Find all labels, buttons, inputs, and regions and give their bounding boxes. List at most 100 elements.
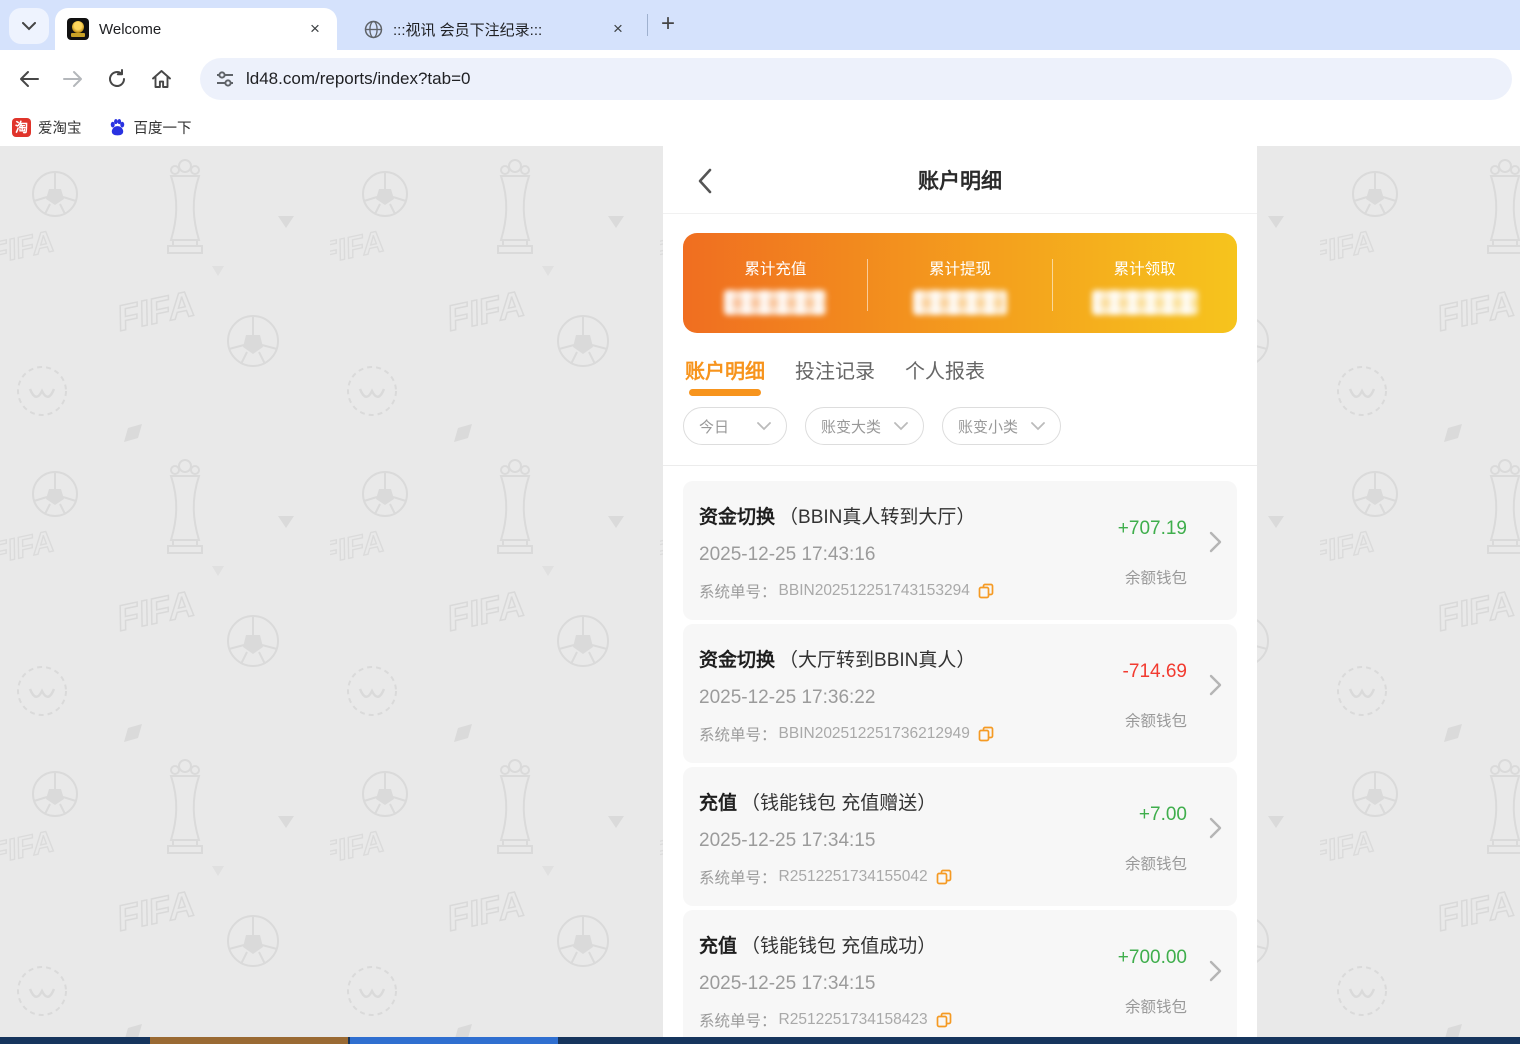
tab-welcome[interactable]: Welcome × — [55, 8, 337, 50]
transaction-list: 资金切换 （BBIN真人转到大厅） 2025-12-25 17:43:16 系统单… — [663, 466, 1257, 1037]
total-withdraw: 累计提现 — [868, 233, 1053, 333]
reload-icon — [109, 69, 125, 87]
filter-major-category-dropdown[interactable]: 账变大类 — [805, 407, 924, 445]
transaction-row[interactable]: 充值 （钱能钱包 充值成功） 2025-12-25 17:34:15 系统单号： R… — [683, 910, 1237, 1037]
txn-amount: -714.69 — [1122, 661, 1187, 682]
filter-label: 今日 — [699, 418, 730, 436]
new-tab-button[interactable]: + — [653, 10, 683, 40]
page-content: FIFA FIFA — [0, 146, 1520, 1037]
txn-subtitle: （BBIN真人转到大厅） — [779, 507, 976, 528]
browser-window: Welcome × :::视讯 会员下注纪录::: × + ld48.com/r… — [0, 0, 1520, 1044]
tab-label: 个人报表 — [905, 360, 985, 383]
order-label: 系统单号： — [699, 1013, 777, 1030]
total-claimed: 累计领取 — [1052, 233, 1237, 333]
back-button[interactable] — [12, 62, 46, 96]
tab-label: 投注记录 — [795, 360, 875, 383]
order-label: 系统单号： — [699, 584, 777, 601]
bookmark-label: 百度一下 — [133, 120, 192, 137]
txn-datetime: 2025-12-25 17:34:15 — [699, 830, 876, 851]
forward-button[interactable] — [56, 62, 90, 96]
url-text[interactable]: ld48.com/reports/index?tab=0 — [246, 69, 470, 89]
order-number: R2512251734155042 — [778, 868, 928, 885]
browser-toolbar: ld48.com/reports/index?tab=0 — [0, 50, 1520, 108]
close-tab-icon[interactable]: × — [608, 19, 628, 39]
txn-subtitle: （钱能钱包 充值赠送） — [741, 793, 937, 814]
back-chevron-button[interactable] — [697, 168, 712, 199]
tab-bet-records[interactable]: 投注记录 — [795, 339, 875, 399]
url-bar[interactable]: ld48.com/reports/index?tab=0 — [200, 58, 1512, 100]
txn-amount: +707.19 — [1117, 518, 1187, 539]
order-label: 系统单号： — [699, 727, 777, 744]
transaction-row[interactable]: 充值 （钱能钱包 充值赠送） 2025-12-25 17:34:15 系统单号： R… — [683, 767, 1237, 906]
txn-subtitle: （大厅转到BBIN真人） — [779, 650, 976, 671]
tab-personal-report[interactable]: 个人报表 — [905, 339, 985, 399]
txn-type: 充值 — [699, 793, 738, 814]
totals-card: 累计充值 累计提现 累计领取 — [683, 233, 1237, 333]
copy-icon[interactable] — [978, 726, 994, 742]
baidu-paw-icon — [110, 118, 124, 135]
chevron-right-icon[interactable] — [1209, 531, 1222, 553]
copy-icon[interactable] — [936, 869, 952, 885]
chevron-down-icon — [1031, 421, 1045, 430]
filter-date-dropdown[interactable]: 今日 — [683, 407, 787, 445]
txn-subtitle: （钱能钱包 充值成功） — [741, 936, 937, 957]
tab-search-button[interactable] — [9, 8, 49, 44]
total-claimed-value-blurred — [1091, 290, 1198, 315]
site-settings-icon — [217, 71, 233, 87]
tab-separator — [647, 14, 648, 36]
txn-type: 资金切换 — [699, 650, 776, 671]
wallet-label: 余额钱包 — [1124, 570, 1187, 587]
total-deposit-value-blurred — [724, 290, 827, 315]
close-tab-icon[interactable]: × — [305, 19, 325, 39]
wallet-label: 余额钱包 — [1124, 856, 1187, 873]
forward-arrow-icon — [63, 71, 82, 87]
active-tab-underline — [689, 389, 761, 396]
chevron-down-icon — [22, 21, 36, 30]
filter-minor-category-dropdown[interactable]: 账变小类 — [942, 407, 1061, 445]
total-deposit: 累计充值 — [683, 233, 868, 333]
copy-icon[interactable] — [978, 583, 994, 599]
txn-datetime: 2025-12-25 17:34:15 — [699, 973, 876, 994]
order-number: R2512251734158423 — [778, 1011, 928, 1028]
chevron-left-icon — [698, 168, 712, 194]
taobao-icon: 淘 — [12, 117, 31, 137]
tab-title: :::视讯 会员下注纪录::: — [393, 21, 543, 39]
taskbar-segment — [350, 1037, 558, 1044]
home-icon — [151, 70, 171, 88]
order-label: 系统单号： — [699, 870, 777, 887]
reload-button[interactable] — [100, 62, 134, 96]
bookmarks-bar: 淘 爱淘宝 百度一下 — [0, 108, 1520, 146]
panel-header: 账户明细 — [663, 146, 1257, 214]
report-tabs: 账户明细 投注记录 个人报表 — [663, 339, 1257, 399]
tab-title: Welcome — [99, 20, 162, 38]
chevron-right-icon[interactable] — [1209, 817, 1222, 839]
filter-row: 今日 账变大类 账变小类 — [663, 399, 1257, 465]
total-deposit-label: 累计充值 — [744, 261, 807, 278]
copy-icon[interactable] — [936, 1012, 952, 1028]
chevron-right-icon[interactable] — [1209, 674, 1222, 696]
tab-account-detail[interactable]: 账户明细 — [685, 339, 765, 399]
globe-icon — [364, 20, 383, 38]
stat-divider — [867, 259, 869, 311]
bookmark-aitaobao[interactable]: 淘 爱淘宝 — [12, 117, 82, 138]
transaction-row[interactable]: 资金切换 （BBIN真人转到大厅） 2025-12-25 17:43:16 系统单… — [683, 481, 1237, 620]
home-button[interactable] — [144, 62, 178, 96]
order-number: BBIN202512251743153294 — [778, 582, 970, 599]
report-panel: 账户明细 累计充值 累计提现 累计领取 账户明细 投注记录 个人报表 今日 账变… — [663, 146, 1257, 1037]
tab-strip: Welcome × :::视讯 会员下注纪录::: × + — [0, 0, 1520, 50]
order-number: BBIN202512251736212949 — [778, 725, 970, 742]
txn-amount: +700.00 — [1117, 947, 1187, 968]
transaction-row[interactable]: 资金切换 （大厅转到BBIN真人） 2025-12-25 17:36:22 系统单… — [683, 624, 1237, 763]
chevron-right-icon[interactable] — [1209, 960, 1222, 982]
taskbar-segment — [150, 1037, 348, 1044]
total-withdraw-value-blurred — [913, 290, 1007, 315]
total-claimed-label: 累计领取 — [1113, 261, 1176, 278]
total-withdraw-label: 累计提现 — [929, 261, 992, 278]
txn-datetime: 2025-12-25 17:36:22 — [699, 687, 876, 708]
tab-betting-records[interactable]: :::视讯 会员下注纪录::: × — [352, 8, 640, 50]
bookmark-baidu[interactable]: 百度一下 — [108, 117, 192, 138]
bookmark-label: 爱淘宝 — [38, 120, 82, 137]
wallet-label: 余额钱包 — [1124, 999, 1187, 1016]
txn-amount: +7.00 — [1138, 804, 1187, 825]
chevron-down-icon — [894, 421, 908, 430]
